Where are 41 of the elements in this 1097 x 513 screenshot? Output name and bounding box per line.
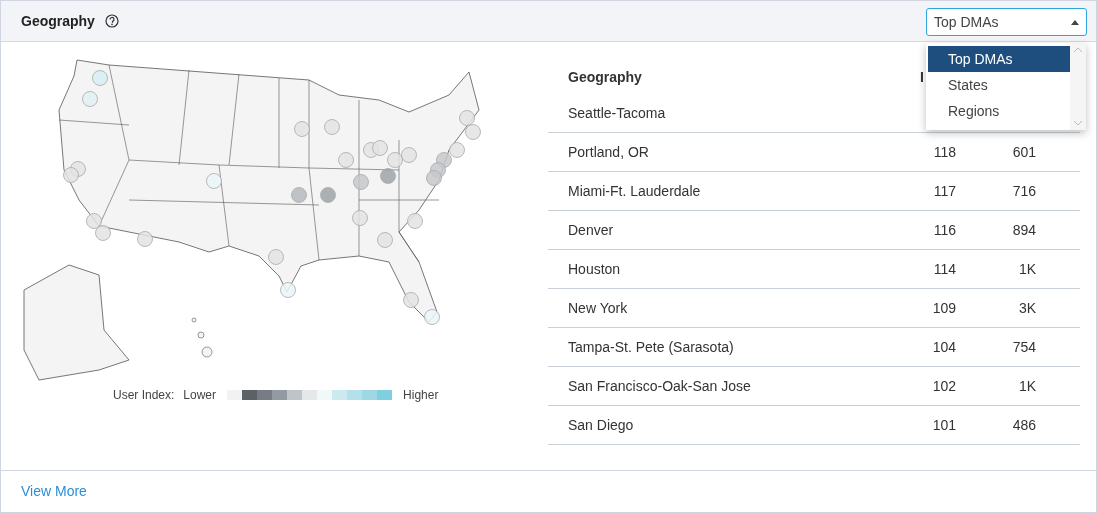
table-cell-text: Denver [567,220,615,240]
column-header: I [920,67,924,87]
table-cell-text: 1K [1018,259,1036,279]
dropdown-select[interactable]: Top DMAs [926,8,1087,36]
table-cell-text: San Francisco-Oak-San Jose [567,376,752,396]
column-header: Geography [567,67,643,87]
table-cell-text: 486 [1012,415,1036,435]
scroll-down-icon [1074,121,1082,126]
table-cell-text: 102 [932,376,956,396]
table-cell-text: 101 [932,415,956,435]
table-cell-text: New York [567,298,629,318]
table-cell-text: Houston [567,259,622,279]
table-cell-text: Seattle-Tacoma [567,103,667,123]
scroll-up-icon [1074,47,1082,52]
table-cell-text: 3K [1018,298,1036,318]
table-cell-text: Portland, OR [567,142,650,162]
table-cell-text: Miami-Ft. Lauderdale [567,181,702,201]
scrollbar[interactable] [1070,43,1086,130]
table-cell-text: 1K [1018,376,1036,396]
table-cell-text: 109 [932,298,956,318]
dropdown-option[interactable]: Regions [928,98,1070,124]
table-cell-text: 116 [933,220,956,240]
legend-label: User Index: [113,387,175,404]
help-icon [104,14,119,28]
view-more-link[interactable]: View More [21,481,87,502]
table-cell-text: 716 [1012,181,1036,201]
dropdown-option[interactable]: Top DMAs [928,46,1070,72]
table-cell-text: 114 [933,259,956,279]
card-title: Geography [21,11,95,31]
table-cell-text: 118 [933,142,956,162]
dropdown-option[interactable]: States [928,72,1070,98]
table-cell-text: San Diego [567,415,635,435]
table-cell-text: 894 [1012,220,1036,240]
legend-high-label: Higher [403,387,439,404]
table-cell-text: 104 [932,337,956,357]
table-cell-text: 754 [1012,337,1036,357]
table-cell-text: Tampa-St. Pete (Sarasota) [567,337,735,357]
legend-low-label: Lower [183,387,217,404]
table-cell-text: 601 [1012,142,1036,162]
table-cell-text: 117 [933,181,956,201]
caret-icon [1071,19,1079,25]
